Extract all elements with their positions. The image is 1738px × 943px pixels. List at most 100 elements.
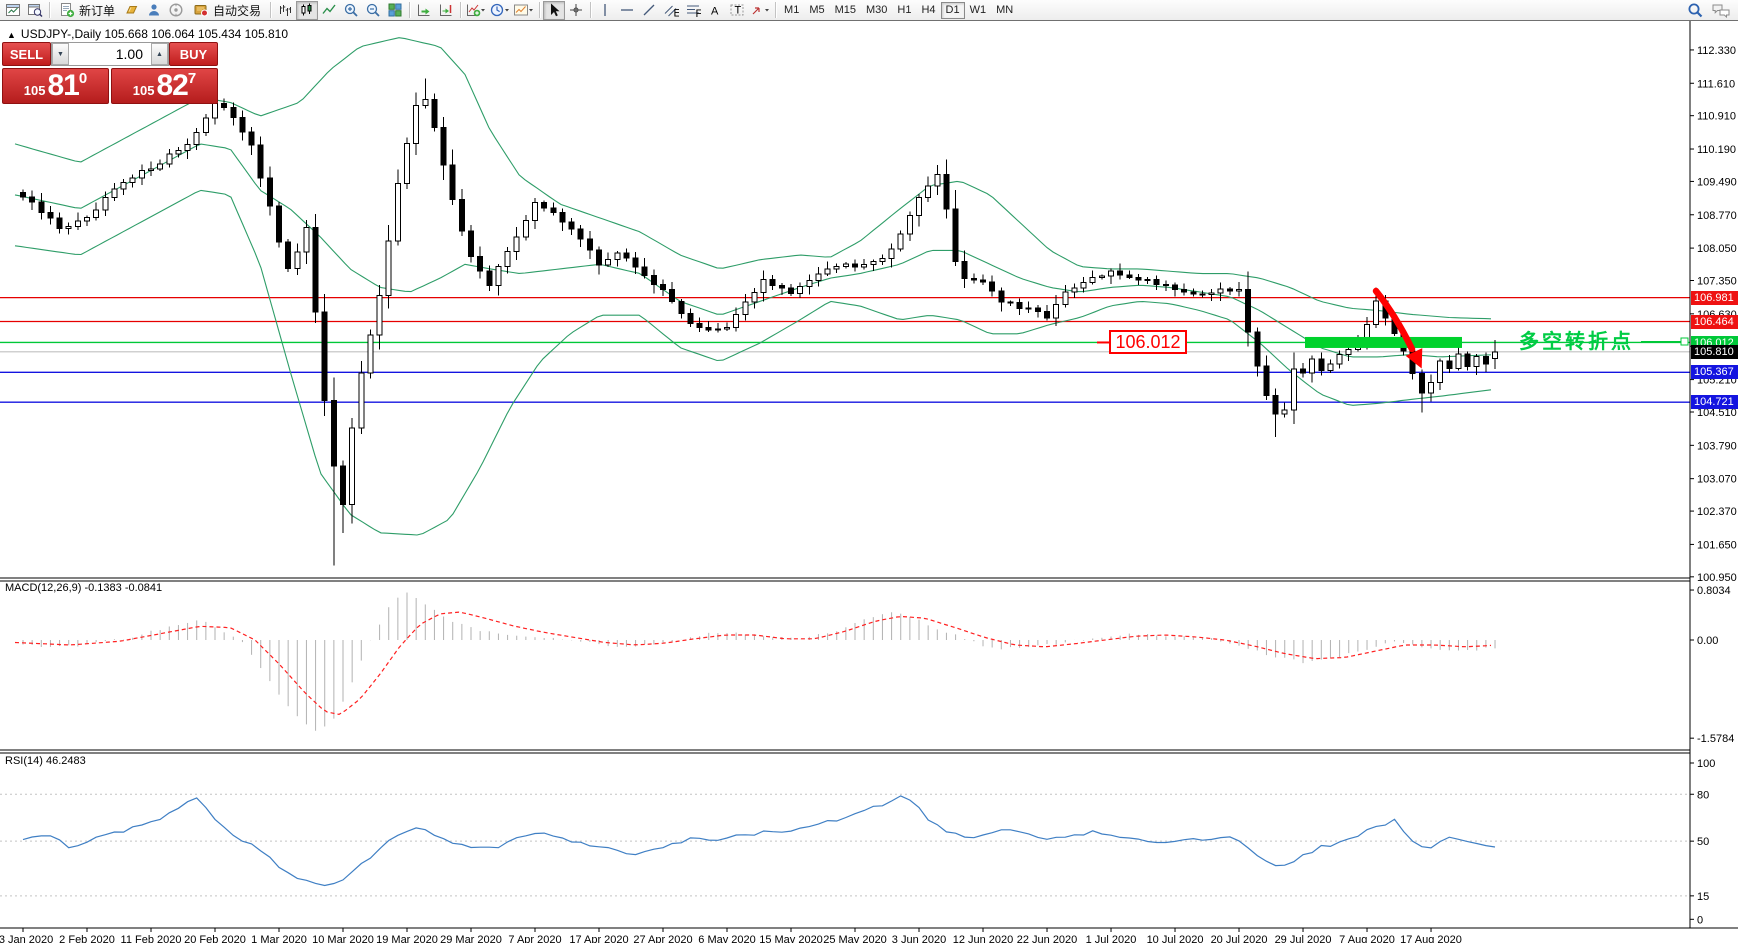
sell-price-box[interactable]: 105 81 0 (2, 68, 109, 104)
collapse-panel-icon[interactable]: ▲ (7, 30, 16, 40)
periods-icon[interactable] (488, 1, 512, 20)
candlestick-chart-icon[interactable] (296, 0, 319, 20)
data-window-icon[interactable] (24, 1, 46, 20)
toolbar-right-tools (1684, 1, 1736, 20)
svg-text:10 Jul 2020: 10 Jul 2020 (1147, 934, 1204, 943)
community-icon[interactable] (143, 1, 165, 20)
axis-price-label: 104.721 (1691, 395, 1738, 410)
svg-text:25 May 2020: 25 May 2020 (823, 934, 887, 943)
timeframe-m5[interactable]: M5 (804, 2, 829, 19)
arrows-icon[interactable] (748, 1, 772, 20)
volume-down-button[interactable]: ▼ (52, 43, 69, 65)
volume-up-button[interactable]: ▲ (151, 43, 168, 65)
buy-price-box[interactable]: 105 82 7 (111, 68, 218, 104)
equidistant-channel-icon[interactable]: E (660, 1, 682, 20)
crosshair-icon[interactable] (565, 1, 587, 20)
chat-icon[interactable] (1710, 1, 1732, 20)
svg-text:22 Jun 2020: 22 Jun 2020 (1017, 934, 1078, 943)
svg-text:15: 15 (1697, 891, 1709, 903)
chart-canvas[interactable]: 112.330 111.610 110.910 110.190 109.490 108.7… (0, 0, 1738, 943)
svg-text:102.370: 102.370 (1697, 506, 1737, 518)
timeframe-d1[interactable]: D1 (940, 1, 965, 19)
svg-text:29 Jul 2020: 29 Jul 2020 (1275, 934, 1332, 943)
line-chart-icon[interactable] (318, 1, 340, 20)
chart-shift-icon[interactable] (435, 1, 457, 20)
toolbar-separator (539, 2, 541, 18)
text-icon[interactable]: A (704, 1, 726, 20)
svg-text:17 Apr 2020: 17 Apr 2020 (569, 934, 628, 943)
svg-text:23 Jan 2020: 23 Jan 2020 (0, 934, 53, 943)
svg-text:29 Mar 2020: 29 Mar 2020 (440, 934, 502, 943)
new-order-icon (61, 3, 75, 18)
price-tag-106012[interactable]: 106.012 (1109, 330, 1187, 354)
timeframe-m1[interactable]: M1 (779, 2, 804, 19)
new-order-label: 新订单 (79, 3, 116, 18)
turning-point-annotation[interactable]: 多空转折点 (1519, 325, 1634, 354)
sell-price-pip: 0 (78, 70, 88, 87)
tile-windows-icon[interactable] (384, 1, 406, 20)
svg-text:0: 0 (1697, 914, 1703, 926)
green-zone-bar (1305, 336, 1462, 348)
timeframe-row: M1 M5 M15 M30 H1 H4 D1 W1 MN (779, 1, 1018, 19)
volume-input[interactable]: 1.00 (69, 43, 151, 65)
svg-text:80: 80 (1697, 789, 1709, 801)
svg-text:20 Feb 2020: 20 Feb 2020 (184, 934, 246, 943)
svg-text:F: F (696, 8, 702, 18)
templates-icon[interactable] (512, 1, 536, 20)
new-order-button[interactable]: 新订单 (53, 1, 121, 20)
axis-price-label: 106.981 (1691, 290, 1738, 305)
svg-text:-1.5784: -1.5784 (1697, 733, 1734, 745)
svg-text:109.490: 109.490 (1697, 176, 1737, 188)
indicators-icon[interactable] (464, 1, 488, 20)
text-label-icon[interactable]: T (726, 1, 748, 20)
cursor-icon[interactable] (543, 0, 566, 20)
svg-text:110.190: 110.190 (1697, 144, 1736, 156)
svg-text:112.330: 112.330 (1697, 45, 1736, 57)
toolbar-separator (49, 2, 50, 18)
buy-button[interactable]: BUY (169, 42, 218, 66)
svg-text:7 Apr 2020: 7 Apr 2020 (508, 934, 561, 943)
sell-price-handle: 105 (23, 83, 46, 98)
auto-scroll-icon[interactable] (413, 1, 435, 20)
new-chart-icon[interactable] (2, 1, 24, 20)
market-icon[interactable] (121, 1, 143, 20)
one-click-trade-panel: SELL ▼ 1.00 ▲ BUY 105 81 0 105 82 7 (2, 42, 218, 104)
svg-text:107.350: 107.350 (1697, 276, 1737, 288)
svg-text:1 Mar 2020: 1 Mar 2020 (251, 934, 307, 943)
timeframe-h4[interactable]: H4 (916, 2, 940, 19)
zoom-in-icon[interactable] (340, 1, 362, 20)
toolbar-separator (775, 2, 777, 18)
svg-text:100.950: 100.950 (1697, 572, 1737, 584)
search-icon[interactable] (1684, 1, 1706, 20)
timeframe-w1[interactable]: W1 (965, 2, 992, 19)
horizontal-line-icon[interactable] (616, 1, 638, 20)
toolbar-separator (460, 2, 462, 18)
svg-text:111.610: 111.610 (1697, 78, 1735, 90)
svg-text:12 Jun 2020: 12 Jun 2020 (953, 934, 1014, 943)
bar-chart-icon[interactable] (274, 1, 296, 20)
svg-text:0.00: 0.00 (1697, 635, 1718, 647)
svg-text:2 Feb 2020: 2 Feb 2020 (59, 934, 115, 943)
timeframe-mn[interactable]: MN (991, 2, 1018, 19)
autotrading-button[interactable]: 自动交易 (187, 1, 267, 20)
zoom-out-icon[interactable] (362, 1, 384, 20)
annotation-anchor-handle (1680, 337, 1689, 346)
timeframe-h1[interactable]: H1 (892, 2, 916, 19)
autotrading-icon (194, 5, 209, 17)
svg-text:A: A (711, 6, 719, 18)
svg-text:50: 50 (1697, 836, 1709, 848)
sell-price-big: 81 (47, 69, 79, 102)
timeframe-m30[interactable]: M30 (861, 2, 892, 19)
trendline-icon[interactable] (638, 1, 660, 20)
vertical-line-icon[interactable] (594, 1, 616, 20)
timeframe-m15[interactable]: M15 (830, 2, 861, 19)
autotrading-label: 自动交易 (213, 3, 262, 18)
svg-text:100: 100 (1697, 758, 1715, 770)
fibonacci-icon[interactable]: F (682, 1, 704, 20)
svg-text:E: E (674, 8, 680, 19)
chart-title-text: USDJPY-,Daily 105.668 106.064 105.434 10… (20, 27, 289, 41)
buy-price-big: 82 (156, 69, 188, 102)
signals-icon[interactable] (165, 1, 187, 20)
svg-text:11 Feb 2020: 11 Feb 2020 (121, 934, 182, 943)
sell-button[interactable]: SELL (2, 42, 51, 66)
